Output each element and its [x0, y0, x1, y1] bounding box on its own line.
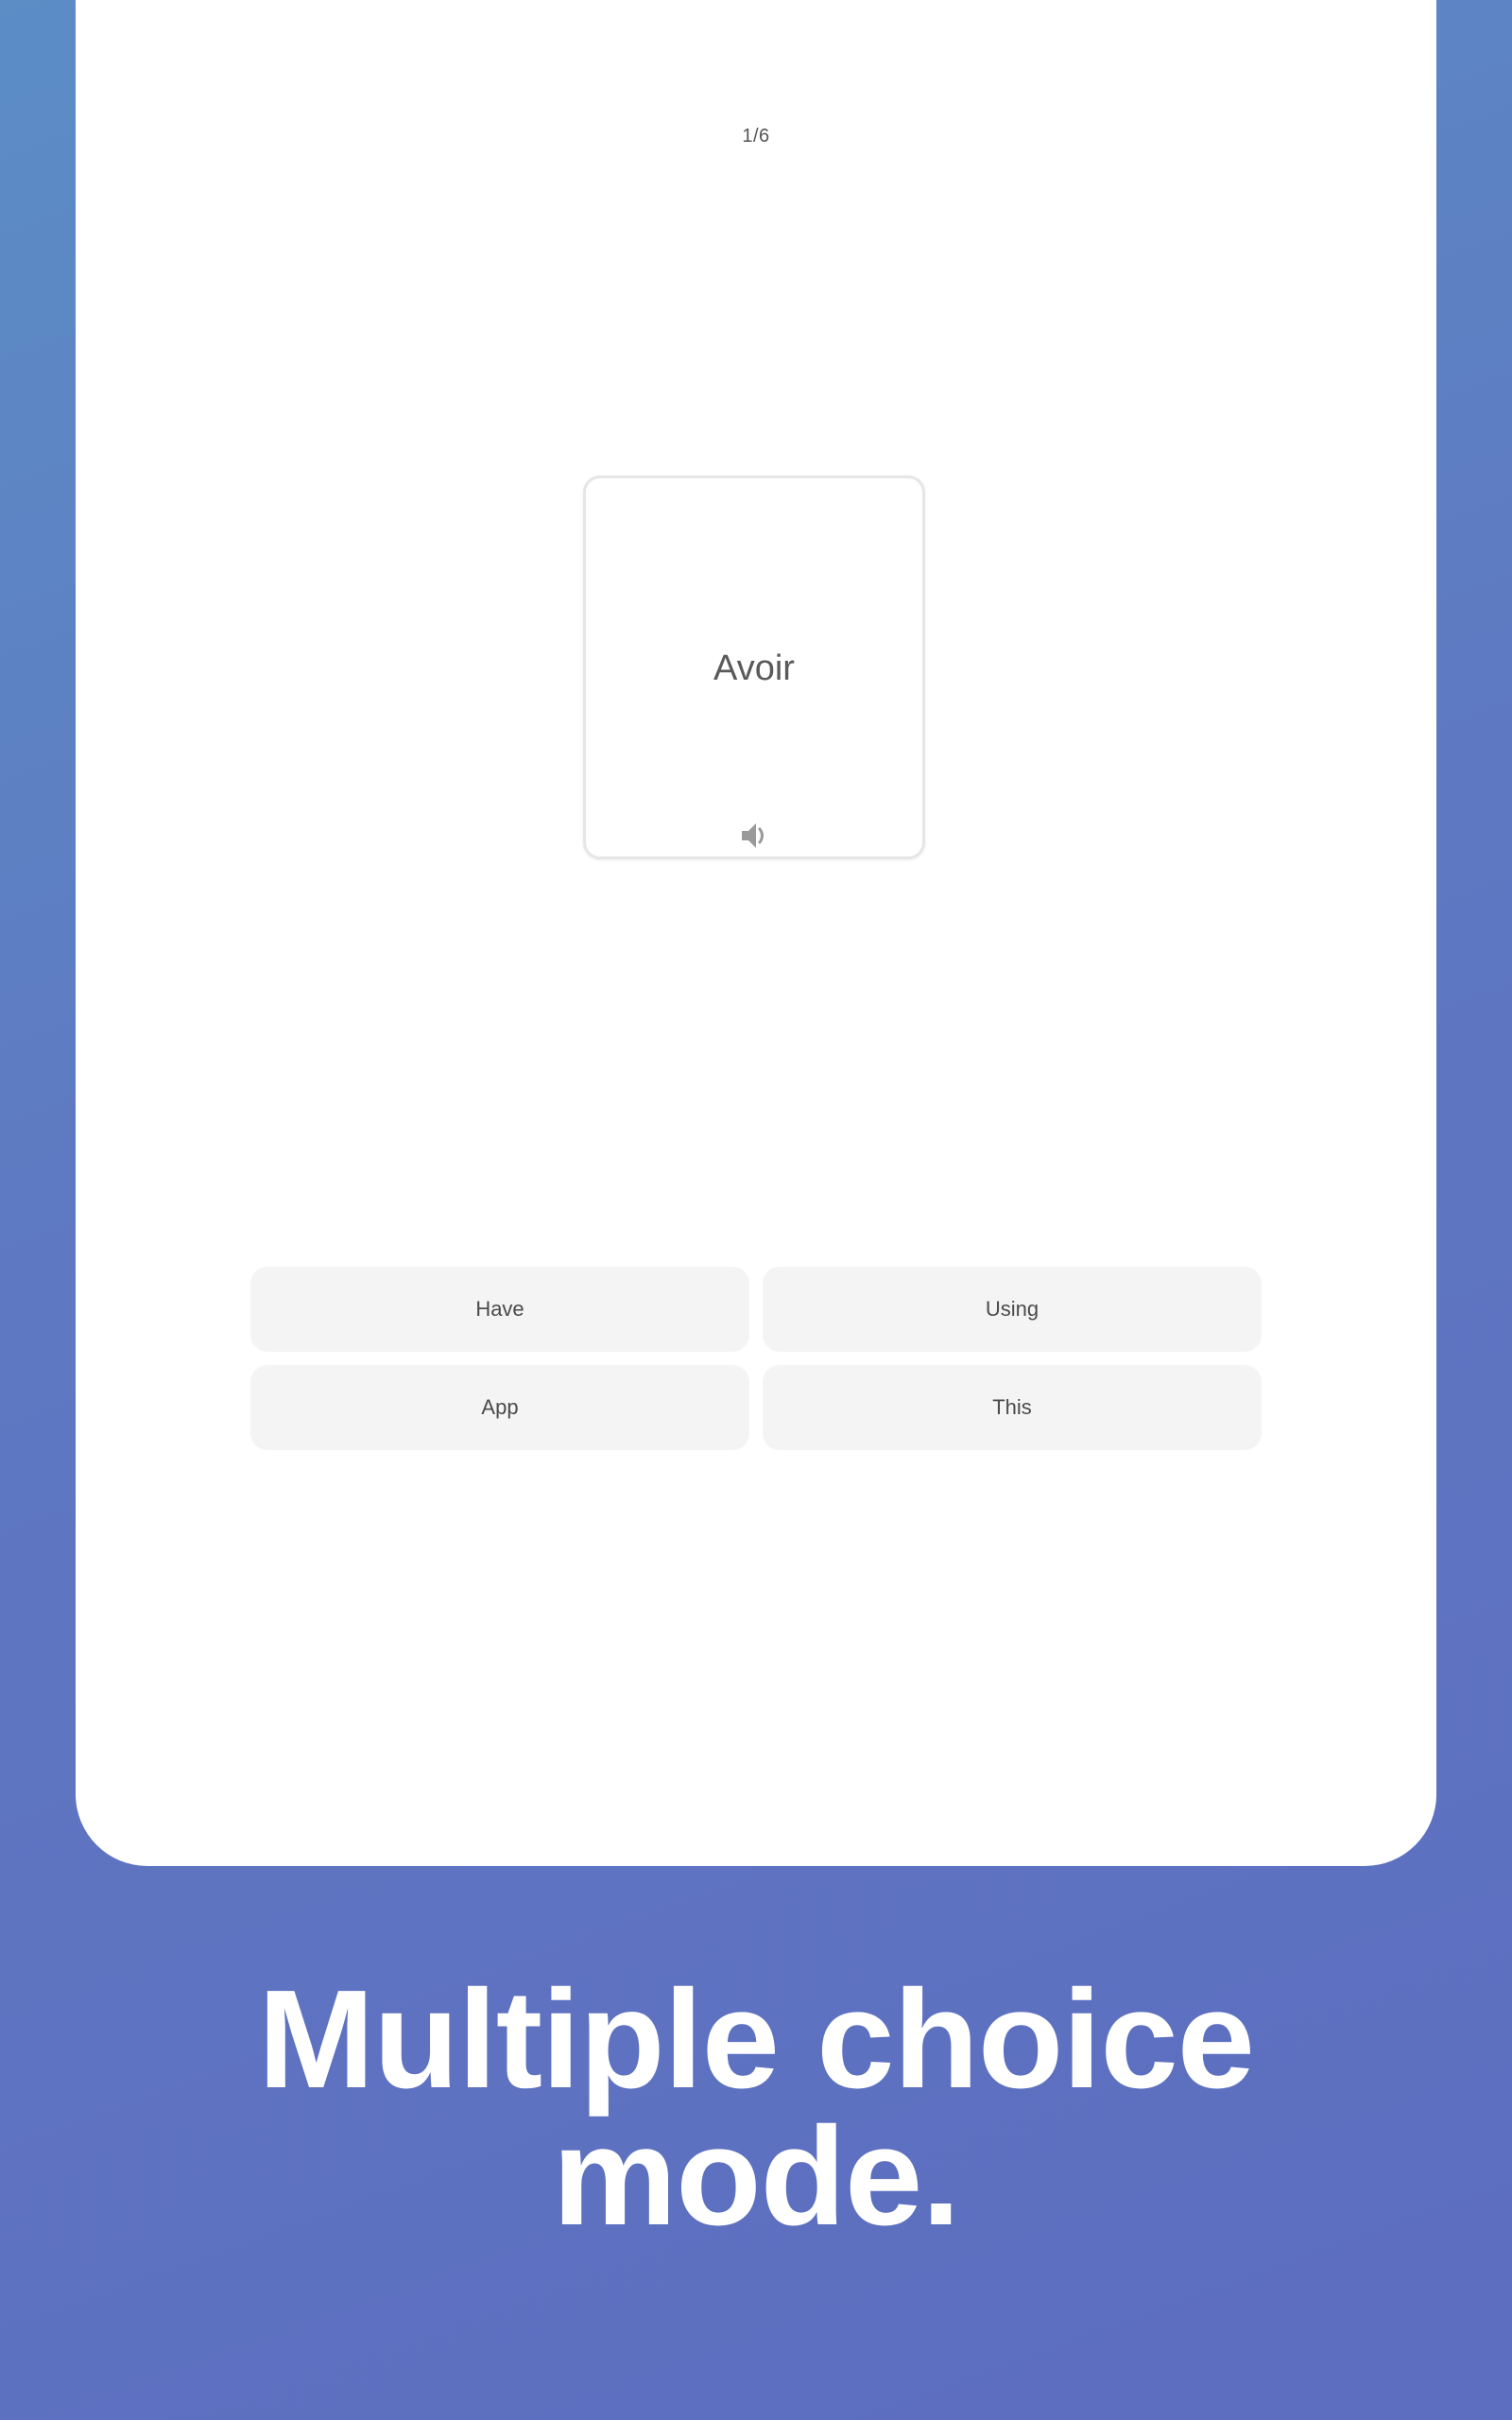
headline-line-1: Multiple choice [257, 1962, 1255, 2118]
flashcard-term: Avoir [713, 648, 795, 688]
promo-headline: Multiple choice mode. [0, 1962, 1512, 2255]
answer-choices: Have Using App This [250, 1267, 1262, 1450]
flashcard[interactable]: Avoir [583, 475, 925, 859]
progress-counter: 1/6 [742, 126, 770, 147]
speaker-icon-graphic [742, 823, 764, 848]
app-screen: 1/6 Avoir Have Using App This [76, 0, 1436, 1866]
headline-line-2: mode. [552, 2099, 961, 2255]
choice-button-this[interactable]: This [763, 1365, 1262, 1450]
speaker-icon[interactable] [737, 819, 771, 853]
choice-button-app[interactable]: App [250, 1365, 749, 1450]
choice-button-using[interactable]: Using [763, 1267, 1262, 1352]
choice-button-have[interactable]: Have [250, 1267, 749, 1352]
